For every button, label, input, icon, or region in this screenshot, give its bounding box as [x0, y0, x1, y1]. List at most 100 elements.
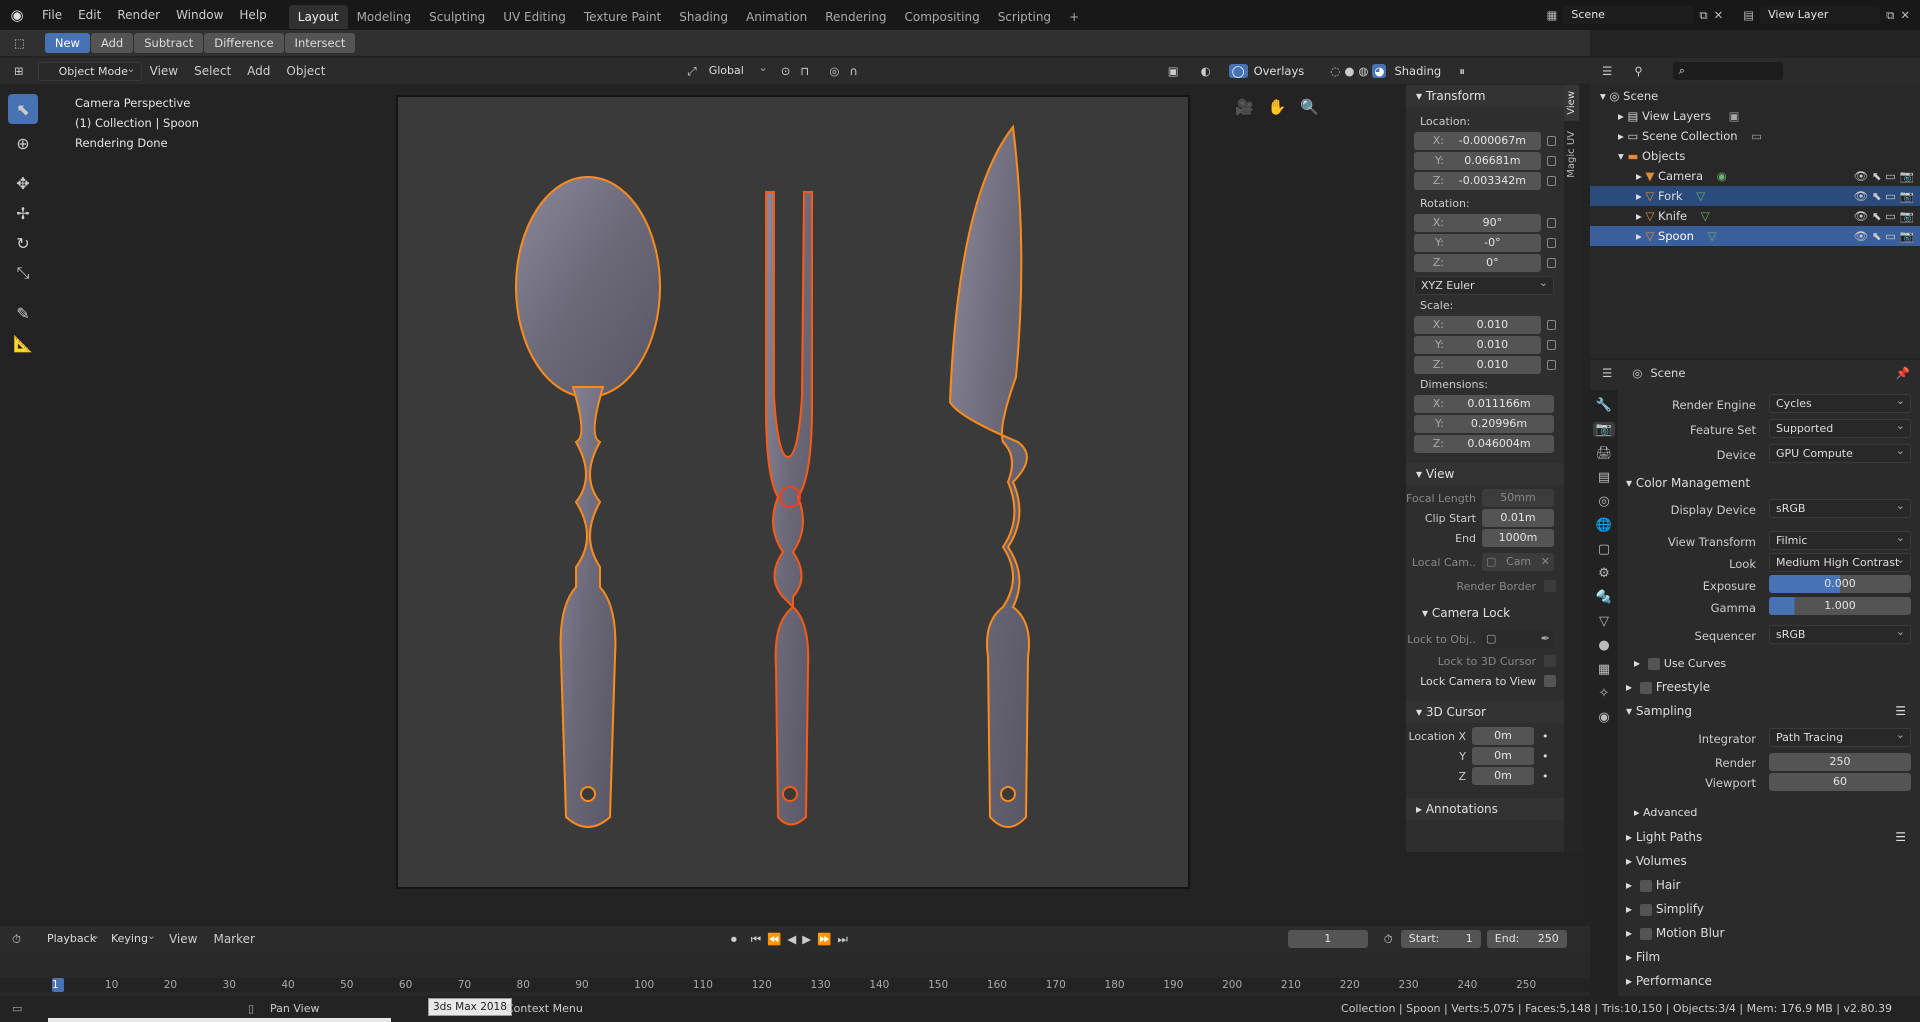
lock-icon[interactable]: [1546, 156, 1556, 166]
lock-icon[interactable]: [1546, 258, 1556, 268]
lock-icon[interactable]: [1546, 238, 1556, 248]
scale-z-field[interactable]: Z: 0.010: [1414, 356, 1541, 374]
rotate-tool-icon[interactable]: ↻: [8, 228, 38, 258]
device-dropdown[interactable]: GPU Compute: [1769, 442, 1911, 463]
expand-icon[interactable]: ▸: [1618, 109, 1624, 123]
next-keyframe-icon[interactable]: ⏩: [817, 932, 831, 946]
view-layer-tab-icon[interactable]: ▤: [1598, 470, 1610, 485]
feature-set-dropdown[interactable]: Supported: [1769, 417, 1911, 438]
menu-window[interactable]: Window: [168, 0, 231, 30]
solid-shading-icon[interactable]: ●: [1344, 64, 1354, 78]
menu-edit[interactable]: Edit: [70, 0, 109, 30]
tab-modeling[interactable]: Modeling: [348, 5, 421, 29]
scene-field[interactable]: Scene: [1563, 6, 1694, 24]
subtract-selection-button[interactable]: Subtract: [134, 33, 204, 53]
menu-help[interactable]: Help: [231, 0, 274, 30]
gizmo-toggle-icon[interactable]: ▣: [1168, 64, 1179, 78]
view-panel-header[interactable]: ▾ View: [1406, 463, 1564, 485]
preview-range-icon[interactable]: ⏱: [1384, 932, 1393, 947]
volumes-header[interactable]: ▸ Volumes: [1620, 849, 1916, 873]
playback-dropdown[interactable]: Playback: [41, 927, 105, 949]
simplify-header[interactable]: ▸ Simplify: [1620, 897, 1916, 921]
visibility-icon[interactable]: ◐: [1201, 64, 1211, 78]
prev-keyframe-icon[interactable]: ⏪: [767, 932, 781, 946]
output-tab-icon[interactable]: 🖨: [1596, 446, 1613, 461]
tab-scripting[interactable]: Scripting: [989, 5, 1060, 29]
delete-view-layer-icon[interactable]: ✕: [1900, 8, 1910, 22]
snap-icon[interactable]: ⊓: [800, 64, 809, 78]
rotation-y-field[interactable]: Y: -0°: [1414, 234, 1541, 252]
tab-layout[interactable]: Layout: [288, 4, 348, 29]
jump-start-icon[interactable]: ⏮: [751, 932, 761, 947]
annotate-tool-icon[interactable]: ✎: [8, 298, 38, 328]
dimension-x-field[interactable]: X: 0.011166m: [1414, 395, 1554, 413]
cursor-z-field[interactable]: 0m: [1472, 767, 1534, 785]
physics-tab-icon[interactable]: ◉: [1598, 710, 1609, 725]
render-samples-field[interactable]: 250: [1769, 753, 1911, 771]
measure-tool-icon[interactable]: 📐: [8, 328, 38, 358]
material-shading-icon[interactable]: ◍: [1358, 64, 1368, 78]
render-tab-icon[interactable]: 📷: [1592, 422, 1616, 437]
light-paths-header[interactable]: ▸ Light Paths ☰: [1620, 825, 1916, 849]
end-frame-field[interactable]: End: 250: [1486, 930, 1567, 948]
editor-type-icon[interactable]: ⊞: [14, 64, 24, 78]
location-x-field[interactable]: X: -0.000067m: [1414, 132, 1541, 150]
tab-shading[interactable]: Shading: [670, 5, 737, 29]
camera-frame[interactable]: [396, 95, 1190, 889]
timeline-menu-marker[interactable]: Marker: [205, 926, 262, 952]
focal-length-field[interactable]: 50mm: [1482, 489, 1554, 507]
viewport-menu-select[interactable]: Select: [186, 58, 239, 84]
annotations-header[interactable]: ▸ Annotations: [1406, 798, 1564, 820]
tab-view[interactable]: View: [1564, 85, 1579, 121]
select-tool-icon[interactable]: ⬉: [8, 94, 38, 124]
visibility-toggles[interactable]: 👁 ⬉ ▭ 📷: [1854, 166, 1914, 186]
visibility-toggles[interactable]: 👁 ⬉ ▭ 📷: [1854, 206, 1914, 226]
keying-dropdown[interactable]: Keying: [105, 927, 161, 949]
orientation-dropdown[interactable]: Global: [703, 59, 773, 81]
cursor-tool-icon[interactable]: ⊕: [8, 128, 38, 158]
view-layer-icon[interactable]: ▤: [1743, 8, 1754, 22]
pan-hand-icon[interactable]: ✋: [1268, 98, 1287, 116]
clear-icon[interactable]: ✕: [1541, 553, 1550, 571]
rotation-mode-dropdown[interactable]: XYZ Euler: [1414, 274, 1554, 295]
pause-render-icon[interactable]: ⏸: [1459, 64, 1465, 79]
add-workspace-icon[interactable]: +: [1060, 5, 1088, 29]
lock-icon[interactable]: [1546, 340, 1556, 350]
rotation-z-field[interactable]: Z: 0°: [1414, 254, 1541, 272]
look-dropdown[interactable]: Medium High Contrast: [1769, 551, 1911, 572]
tab-animation[interactable]: Animation: [737, 5, 816, 29]
eyedropper-icon[interactable]: ✒: [1541, 630, 1550, 648]
expand-icon[interactable]: ▸: [1636, 169, 1642, 183]
outliner-row-camera[interactable]: ▸ ▼ Camera ◉ 👁 ⬉ ▭ 📷: [1590, 166, 1920, 186]
lock-to-object-field[interactable]: ▢ ✒: [1482, 630, 1554, 648]
object-mode-dropdown[interactable]: Object Mode: [37, 60, 142, 81]
expand-icon[interactable]: ▾: [1618, 149, 1624, 163]
move-tool-icon[interactable]: ✥: [8, 168, 38, 198]
particles-tab-icon[interactable]: ✧: [1599, 686, 1610, 701]
shading-dropdown[interactable]: Shading: [1394, 64, 1441, 78]
lock-icon[interactable]: [1546, 176, 1556, 186]
translate-tool-icon[interactable]: ✢: [8, 198, 38, 228]
outliner-row-spoon[interactable]: ▸ ▽ Spoon ▽ 👁 ⬉ ▭ 📷: [1590, 226, 1920, 246]
outliner-row-scene-collection[interactable]: ▸ ▭ Scene Collection ▭: [1590, 126, 1920, 146]
outliner-editor-icon[interactable]: ☰: [1602, 64, 1612, 78]
properties-editor-icon[interactable]: ☰: [1602, 366, 1612, 380]
freestyle-checkbox[interactable]: [1639, 681, 1652, 694]
view-layer-field[interactable]: View Layer: [1760, 6, 1881, 24]
motion-blur-header[interactable]: ▸ Motion Blur: [1620, 921, 1916, 945]
pivot-icon[interactable]: ⊙: [781, 64, 791, 78]
tab-sculpting[interactable]: Sculpting: [420, 5, 494, 29]
zoom-icon[interactable]: 🔍: [1300, 98, 1319, 116]
use-curves-header[interactable]: ▸ Use Curves: [1620, 651, 1916, 675]
new-scene-icon[interactable]: ⧉: [1699, 8, 1707, 23]
scale-y-field[interactable]: Y: 0.010: [1414, 336, 1541, 354]
exposure-slider[interactable]: 0.000: [1769, 575, 1911, 593]
expand-icon[interactable]: ▸: [1636, 189, 1642, 203]
camera-view-icon[interactable]: 🎥: [1235, 98, 1254, 116]
local-camera-field[interactable]: ▢ Cam ✕: [1482, 553, 1554, 571]
presets-icon[interactable]: ☰: [1895, 825, 1906, 849]
lock-icon[interactable]: [1546, 360, 1556, 370]
clip-start-field[interactable]: 0.01m: [1482, 509, 1554, 527]
filter-icon[interactable]: ⚲: [1634, 64, 1642, 78]
expand-icon[interactable]: ▾: [1600, 89, 1606, 103]
